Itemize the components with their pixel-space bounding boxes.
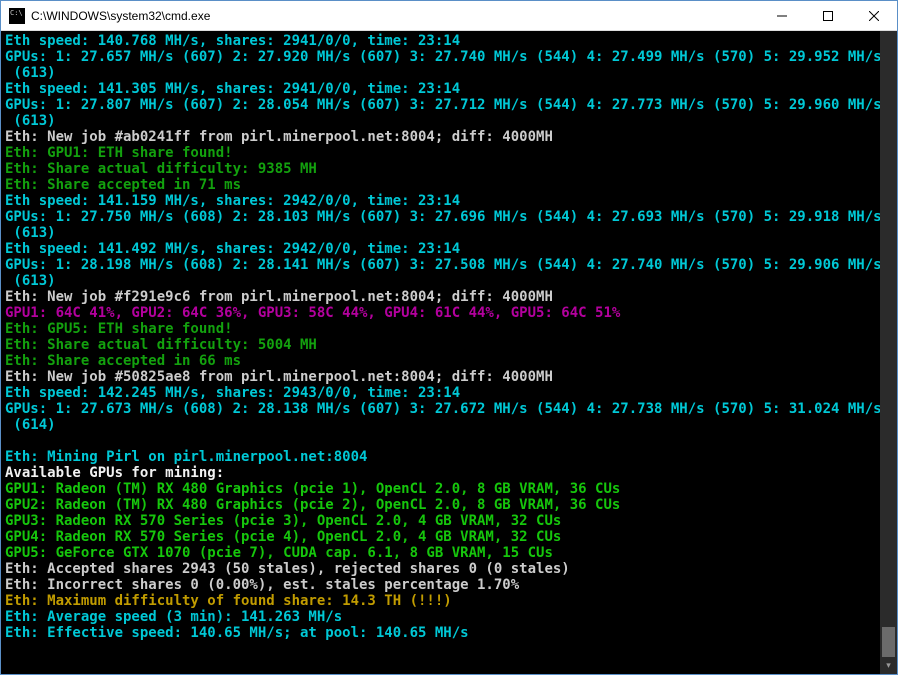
console-line: Eth: Share accepted in 71 ms	[5, 177, 878, 193]
close-button[interactable]	[851, 1, 897, 30]
minimize-icon	[777, 11, 787, 21]
console-line: GPU4: Radeon RX 570 Series (pcie 4), Ope…	[5, 529, 878, 545]
console-line: Eth: Maximum difficulty of found share: …	[5, 593, 878, 609]
scrollbar-thumb[interactable]	[882, 627, 895, 657]
minimize-button[interactable]	[759, 1, 805, 30]
scrollbar-down-arrow-icon[interactable]: ▾	[880, 657, 897, 674]
vertical-scrollbar[interactable]: ▾	[880, 31, 897, 674]
console-line: Eth: Share accepted in 66 ms	[5, 353, 878, 369]
console-line: GPUs: 1: 27.807 MH/s (607) 2: 28.054 MH/…	[5, 97, 878, 113]
console-line: Eth speed: 141.492 MH/s, shares: 2942/0/…	[5, 241, 878, 257]
console-line: GPUs: 1: 28.198 MH/s (608) 2: 28.141 MH/…	[5, 257, 878, 273]
console-line: Eth speed: 142.245 MH/s, shares: 2943/0/…	[5, 385, 878, 401]
console-line: Eth: New job #f291e9c6 from pirl.minerpo…	[5, 289, 878, 305]
maximize-icon	[823, 11, 833, 21]
console-line: Eth: GPU5: ETH share found!	[5, 321, 878, 337]
console-line: (614)	[5, 417, 878, 433]
console-line: Eth: Average speed (3 min): 141.263 MH/s	[5, 609, 878, 625]
console-line: Eth speed: 141.159 MH/s, shares: 2942/0/…	[5, 193, 878, 209]
console-line: Available GPUs for mining:	[5, 465, 878, 481]
console-line: (613)	[5, 113, 878, 129]
console-line: GPUs: 1: 27.673 MH/s (608) 2: 28.138 MH/…	[5, 401, 878, 417]
console-line: GPU1: 64C 41%, GPU2: 64C 36%, GPU3: 58C …	[5, 305, 878, 321]
console-line: (613)	[5, 65, 878, 81]
console-line: Eth: Accepted shares 2943 (50 stales), r…	[5, 561, 878, 577]
console-line: GPU3: Radeon RX 570 Series (pcie 3), Ope…	[5, 513, 878, 529]
console-line: Eth speed: 141.305 MH/s, shares: 2941/0/…	[5, 81, 878, 97]
console-line: Eth: New job #ab0241ff from pirl.minerpo…	[5, 129, 878, 145]
window-title: C:\WINDOWS\system32\cmd.exe	[31, 9, 759, 23]
console-line: Eth: Share actual difficulty: 9385 MH	[5, 161, 878, 177]
console-line: GPU2: Radeon (TM) RX 480 Graphics (pcie …	[5, 497, 878, 513]
console-line: Eth: New job #50825ae8 from pirl.minerpo…	[5, 369, 878, 385]
cmd-window: C:\WINDOWS\system32\cmd.exe Eth speed: 1…	[0, 0, 898, 675]
titlebar[interactable]: C:\WINDOWS\system32\cmd.exe	[1, 1, 897, 31]
console-line: Eth speed: 140.768 MH/s, shares: 2941/0/…	[5, 33, 878, 49]
console-line: Eth: GPU1: ETH share found!	[5, 145, 878, 161]
window-controls	[759, 1, 897, 30]
console-line: (613)	[5, 273, 878, 289]
console-line: GPUs: 1: 27.657 MH/s (607) 2: 27.920 MH/…	[5, 49, 878, 65]
console-line: Eth: Mining Pirl on pirl.minerpool.net:8…	[5, 449, 878, 465]
console-area: Eth speed: 140.768 MH/s, shares: 2941/0/…	[1, 31, 897, 674]
cmd-icon	[9, 8, 25, 24]
maximize-button[interactable]	[805, 1, 851, 30]
console-line	[5, 433, 878, 449]
console-line: (613)	[5, 225, 878, 241]
console-line: GPU5: GeForce GTX 1070 (pcie 7), CUDA ca…	[5, 545, 878, 561]
console-line: GPU1: Radeon (TM) RX 480 Graphics (pcie …	[5, 481, 878, 497]
console-line: Eth: Share actual difficulty: 5004 MH	[5, 337, 878, 353]
console-line: GPUs: 1: 27.750 MH/s (608) 2: 28.103 MH/…	[5, 209, 878, 225]
console-line: Eth: Incorrect shares 0 (0.00%), est. st…	[5, 577, 878, 593]
console-output[interactable]: Eth speed: 140.768 MH/s, shares: 2941/0/…	[1, 31, 880, 674]
close-icon	[869, 11, 879, 21]
console-line: Eth: Effective speed: 140.65 MH/s; at po…	[5, 625, 878, 641]
